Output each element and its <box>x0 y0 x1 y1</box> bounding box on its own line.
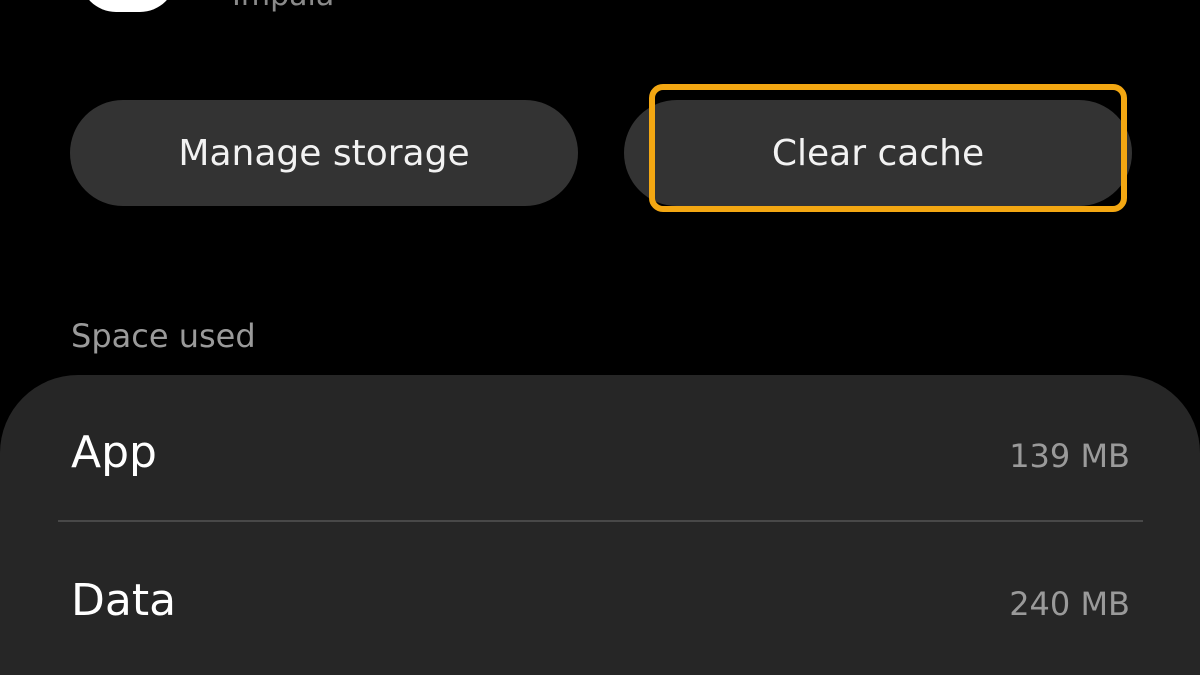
storage-row-data: Data 240 MB <box>0 525 1200 673</box>
row-divider <box>58 520 1143 522</box>
storage-row-label: App <box>71 427 157 478</box>
app-name: Impala <box>232 0 334 14</box>
app-icon <box>80 0 176 12</box>
storage-row-app: App 139 MB <box>0 375 1200 523</box>
clear-cache-button[interactable]: Clear cache <box>624 100 1132 206</box>
app-header: Impala <box>0 0 1200 20</box>
space-used-heading: Space used <box>71 317 256 355</box>
storage-row-value: 240 MB <box>1009 585 1130 623</box>
storage-row-label: Data <box>71 575 177 626</box>
storage-row-value: 139 MB <box>1009 437 1130 475</box>
manage-storage-button[interactable]: Manage storage <box>70 100 578 206</box>
